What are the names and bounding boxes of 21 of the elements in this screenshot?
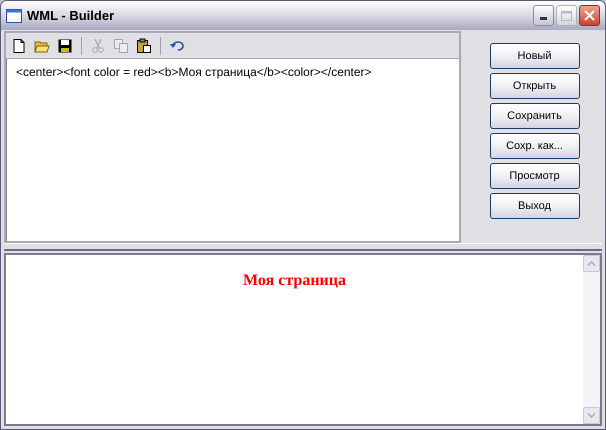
action-button[interactable]: Новый	[490, 43, 580, 69]
window-icon	[6, 8, 22, 22]
scissors-icon	[90, 38, 106, 54]
clipboard-icon	[136, 38, 152, 54]
action-button[interactable]: Просмотр	[490, 163, 580, 189]
close-icon	[584, 10, 595, 21]
minimize-icon	[540, 17, 547, 20]
window-title: WML - Builder	[27, 6, 114, 25]
preview-heading: Моя страница	[243, 271, 346, 291]
action-button[interactable]: Сохранить	[490, 103, 580, 129]
code-editor[interactable]: <center><font color = red><b>Моя страница</b><color></center>	[6, 59, 459, 241]
copy-icon	[113, 38, 129, 54]
splitter[interactable]	[4, 243, 602, 251]
close-button[interactable]	[579, 5, 600, 26]
maximize-icon	[561, 10, 572, 20]
minimize-button[interactable]	[533, 5, 554, 26]
action-button[interactable]: Выход	[490, 193, 580, 219]
new-file-icon	[11, 38, 27, 54]
clipboard-button[interactable]	[134, 36, 154, 56]
action-button[interactable]: Открыть	[490, 73, 580, 99]
action-button[interactable]: Сохр. как...	[490, 133, 580, 159]
